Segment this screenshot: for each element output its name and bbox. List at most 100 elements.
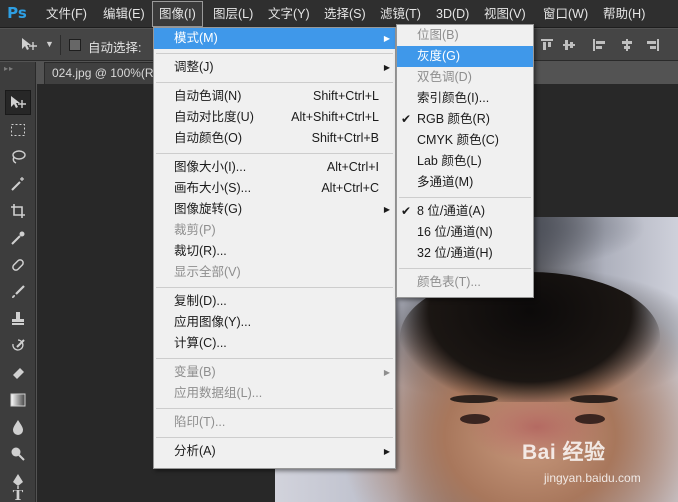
stamp-icon: [12, 311, 24, 325]
align-horizontal-centers-icon[interactable]: [620, 38, 634, 52]
menu-item-label: 索引颜色(I)...: [417, 91, 490, 105]
photo-right-eye: [575, 414, 605, 424]
align-left-edges-icon[interactable]: [592, 38, 606, 52]
menu-item-label: 画布大小(S)...: [174, 181, 252, 195]
menu-item-label: 复制(D)...: [174, 294, 227, 308]
submenu-arrow-icon: ▶: [383, 205, 390, 214]
checkmark-icon: ✔: [401, 112, 412, 126]
menu-item-图像大小[interactable]: 图像大小(I)... Alt+Ctrl+I: [154, 157, 395, 178]
menu-item-调整[interactable]: 调整(J) ▶: [154, 57, 395, 78]
menu-item-label: 多通道(M): [417, 175, 474, 189]
menu-type[interactable]: 文字(Y): [262, 0, 316, 28]
eyedropper-tool-button[interactable]: [5, 225, 31, 250]
menu-item-shortcut: Alt+Shift+Ctrl+L: [291, 110, 379, 124]
menu-item-label: 8 位/通道(A): [417, 204, 486, 218]
lasso-tool-button[interactable]: [5, 144, 31, 169]
eraser-icon: [13, 367, 24, 379]
move-tool-icon[interactable]: [20, 37, 38, 53]
menu-item-label: 裁剪(P): [174, 223, 216, 237]
menu-item-label: 自动对比度(U): [174, 110, 254, 124]
auto-select-checkbox[interactable]: [69, 39, 81, 51]
menu-item-分析[interactable]: 分析(A) ▶: [154, 441, 395, 462]
menu-item-rgb-颜色[interactable]: ✔ RGB 颜色(R): [397, 109, 533, 130]
menu-item-8-位-通道[interactable]: ✔ 8 位/通道(A): [397, 201, 533, 222]
image-menu-dropdown: 模式(M) ▶ 调整(J) ▶ 自动色调(N) Shift+Ctrl+L 自动对比度(U) A…: [153, 27, 396, 469]
panel-grip-icon[interactable]: ▸▸: [4, 64, 14, 73]
crop-icon: [11, 203, 25, 218]
menu-item-模式[interactable]: 模式(M) ▶: [154, 28, 395, 49]
menu-item-索引颜色[interactable]: 索引颜色(I)...: [397, 88, 533, 109]
healing-brush-tool-button[interactable]: [5, 252, 31, 277]
menu-separator: [156, 53, 393, 54]
menu-item-颜色表: 颜色表(T)...: [397, 272, 533, 293]
menu-item-label: 应用数据组(L)...: [174, 386, 263, 400]
menu-item-label: 颜色表(T)...: [417, 275, 481, 289]
menu-item-32-位-通道[interactable]: 32 位/通道(H): [397, 243, 533, 264]
menu-item-计算[interactable]: 计算(C)...: [154, 333, 395, 354]
menu-help[interactable]: 帮助(H): [597, 0, 651, 28]
bandage-icon: [12, 258, 24, 271]
menu-item-label: 灰度(G): [417, 49, 461, 63]
photo-left-brow: [450, 395, 498, 403]
menu-item-shortcut: Alt+Ctrl+C: [321, 181, 379, 195]
menu-separator: [156, 358, 393, 359]
brush-tool-button[interactable]: [5, 279, 31, 304]
magic-wand-tool-button[interactable]: [5, 171, 31, 196]
menu-item-label: RGB 颜色(R): [417, 112, 490, 126]
menu-item-多通道[interactable]: 多通道(M): [397, 172, 533, 193]
menu-item-label: 16 位/通道(N): [417, 225, 493, 239]
menu-item-灰度[interactable]: 灰度(G): [397, 46, 533, 67]
blur-tool-button[interactable]: [5, 414, 31, 439]
align-vertical-centers-icon[interactable]: [562, 38, 576, 52]
menu-item-复制[interactable]: 复制(D)...: [154, 291, 395, 312]
tool-preset-chevron-down-icon[interactable]: ▼: [45, 39, 54, 49]
menu-item-label: 自动色调(N): [174, 89, 242, 103]
menu-window[interactable]: 窗口(W): [537, 0, 594, 28]
align-top-edges-icon[interactable]: [540, 38, 554, 52]
menu-item-自动颜色[interactable]: 自动颜色(O) Shift+Ctrl+B: [154, 128, 395, 149]
crop-tool-button[interactable]: [5, 198, 31, 223]
menu-item-裁切[interactable]: 裁切(R)...: [154, 241, 395, 262]
menu-item-label: 32 位/通道(H): [417, 246, 493, 260]
menu-item-label: 调整(J): [174, 60, 214, 74]
align-right-edges-icon[interactable]: [646, 38, 660, 52]
options-divider: [60, 35, 61, 55]
dodge-icon: [11, 447, 25, 461]
menu-file[interactable]: 文件(F): [40, 0, 93, 28]
menu-select[interactable]: 选择(S): [318, 0, 372, 28]
checkmark-icon: ✔: [401, 204, 412, 218]
photoshop-logo: Ps: [7, 4, 27, 22]
menu-item-显示全部: 显示全部(V): [154, 262, 395, 283]
dodge-tool-button[interactable]: [5, 441, 31, 466]
menu-item-应用图像[interactable]: 应用图像(Y)...: [154, 312, 395, 333]
menu-item-图像旋转[interactable]: 图像旋转(G) ▶: [154, 199, 395, 220]
brush-icon: [12, 284, 25, 298]
menu-item-自动色调[interactable]: 自动色调(N) Shift+Ctrl+L: [154, 86, 395, 107]
baidu-jingyan-watermark: Bai 经验 jingyan.baidu.com: [522, 426, 672, 496]
menu-item-自动对比度[interactable]: 自动对比度(U) Alt+Shift+Ctrl+L: [154, 107, 395, 128]
menu-item-shortcut: Alt+Ctrl+I: [326, 160, 379, 174]
menu-layer[interactable]: 图层(L): [207, 0, 259, 28]
submenu-arrow-icon: ▶: [383, 63, 390, 72]
marquee-tool-button[interactable]: [5, 117, 31, 142]
type-icon: T: [12, 490, 24, 502]
menu-item-label: 图像大小(I)...: [174, 160, 247, 174]
document-tab[interactable]: 024.jpg @ 100%(R: [44, 62, 162, 84]
menu-edit[interactable]: 编辑(E): [97, 0, 151, 28]
clone-stamp-tool-button[interactable]: [5, 306, 31, 331]
menu-item-lab-颜色[interactable]: Lab 颜色(L): [397, 151, 533, 172]
move-tool-button[interactable]: [5, 90, 31, 115]
type-tool-button[interactable]: T: [5, 490, 31, 502]
menu-separator: [156, 408, 393, 409]
watermark-url: jingyan.baidu.com: [544, 471, 641, 485]
history-brush-tool-button[interactable]: [5, 333, 31, 358]
menu-item-cmyk-颜色[interactable]: CMYK 颜色(C): [397, 130, 533, 151]
gradient-tool-button[interactable]: [5, 387, 31, 412]
menu-image[interactable]: 图像(I): [152, 1, 203, 27]
menu-item-label: 显示全部(V): [174, 265, 241, 279]
gradient-icon: [10, 393, 26, 406]
menu-item-label: Lab 颜色(L): [417, 154, 482, 168]
menu-item-画布大小[interactable]: 画布大小(S)... Alt+Ctrl+C: [154, 178, 395, 199]
menu-item-16-位-通道[interactable]: 16 位/通道(N): [397, 222, 533, 243]
eraser-tool-button[interactable]: [5, 360, 31, 385]
